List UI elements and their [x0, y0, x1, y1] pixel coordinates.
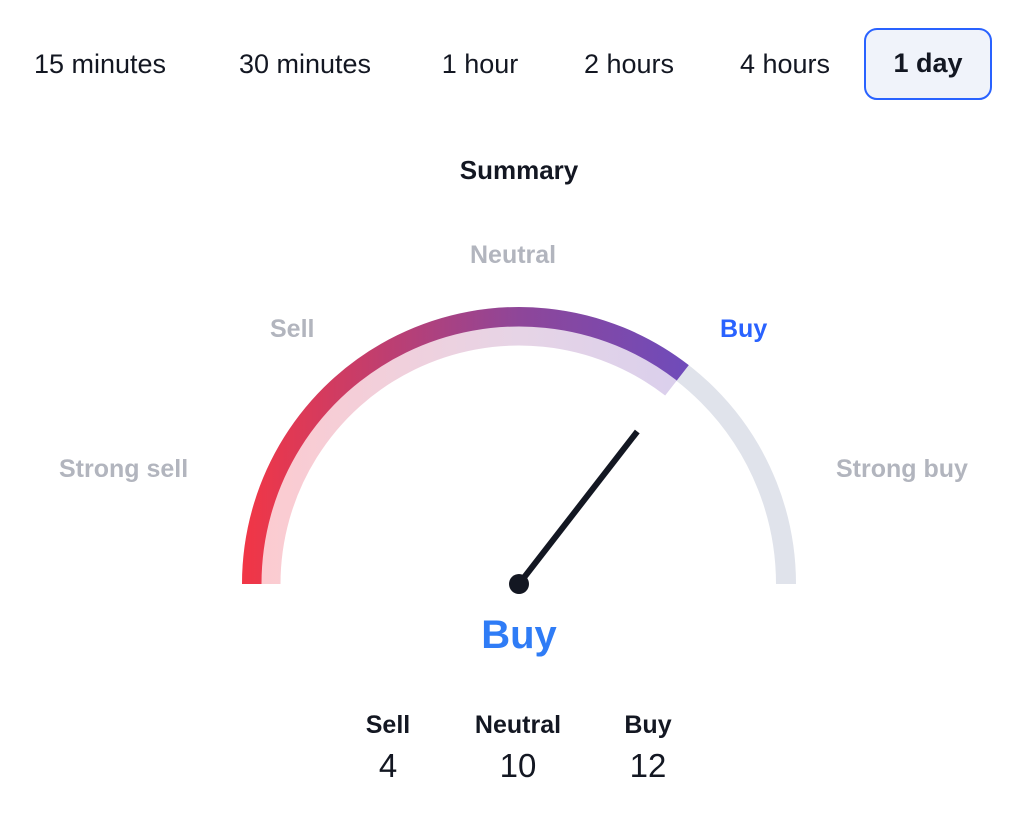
gauge	[242, 307, 796, 594]
gauge-needle-hub	[509, 574, 529, 594]
count-buy-label: Buy	[624, 711, 672, 739]
summary-verdict: Buy	[481, 613, 557, 657]
gauge-needle	[516, 429, 640, 586]
gauge-label-neutral: Neutral	[470, 241, 557, 269]
gauge-label-strong-sell: Strong sell	[59, 455, 189, 483]
gauge-track	[242, 307, 796, 585]
gauge-label-strong-buy: Strong buy	[836, 455, 968, 483]
signal-counts: Sell 4 Neutral 10 Buy 12	[0, 706, 1024, 806]
count-buy-value: 12	[629, 747, 667, 784]
count-buy: Buy 12	[568, 706, 728, 788]
gauge-fill-inner	[261, 326, 677, 585]
gauge-label-sell: Sell	[270, 315, 315, 343]
gauge-label-buy: Buy	[720, 315, 768, 343]
